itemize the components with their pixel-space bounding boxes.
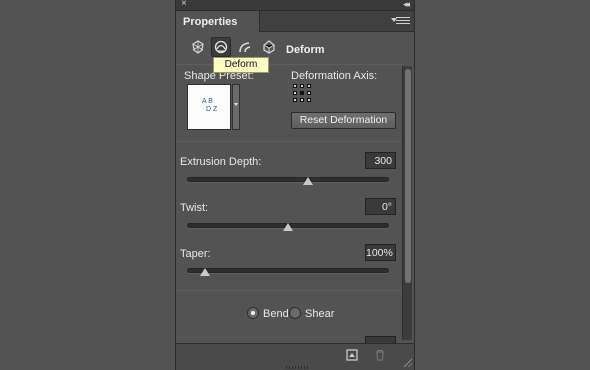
panel-scrollbar[interactable] <box>402 66 412 340</box>
resize-corner-icon[interactable] <box>402 357 412 367</box>
preset-thumb-text: D Z <box>206 106 218 113</box>
coordinates-icon[interactable] <box>259 37 279 57</box>
taper-field[interactable]: 100% <box>365 244 396 261</box>
properties-panel: × ◂◂ Properties Deform Deform Shape Pres… <box>175 0 415 370</box>
reset-deformation-button[interactable]: Reset Deformation <box>291 112 396 129</box>
panel-resize-grip[interactable] <box>286 366 308 369</box>
twist-field[interactable]: 0° <box>365 198 396 215</box>
shear-radio[interactable] <box>289 307 301 319</box>
extrusion-depth-slider-thumb[interactable] <box>303 177 314 185</box>
twist-slider-thumb[interactable] <box>283 223 293 231</box>
double-chevron-icon[interactable]: ◂◂ <box>403 0 410 10</box>
deform-icon[interactable] <box>211 37 231 57</box>
extrusion-depth-field[interactable]: 300 <box>365 152 396 169</box>
panel-menu-icon[interactable] <box>391 15 410 26</box>
deformation-axis-label: Deformation Axis: <box>291 70 378 82</box>
divider <box>176 64 402 65</box>
panel-title-bar: × ◂◂ <box>176 0 414 11</box>
extrusion-depth-label: Extrusion Depth: <box>180 156 262 168</box>
trash-icon[interactable] <box>374 349 386 364</box>
tab-properties[interactable]: Properties <box>176 11 260 32</box>
mode-title: Deform <box>286 44 325 56</box>
panel-tab-row: Properties <box>176 11 414 32</box>
extrusion-depth-slider[interactable] <box>187 177 389 182</box>
tooltip: Deform <box>213 57 269 73</box>
preset-thumb-text: A B <box>202 98 213 105</box>
taper-slider-thumb[interactable] <box>200 268 211 276</box>
shape-preset-dropdown[interactable] <box>232 84 240 130</box>
twist-label: Twist: <box>180 202 209 214</box>
bend-radio[interactable] <box>247 307 259 319</box>
divider <box>176 290 402 291</box>
cap-icon[interactable] <box>235 37 255 57</box>
shape-preset-thumbnail[interactable]: A B D Z <box>187 84 231 130</box>
scrollbar-thumb[interactable] <box>405 69 411 283</box>
render-icon[interactable] <box>346 349 358 364</box>
bend-label: Bend <box>263 308 289 320</box>
divider <box>176 141 402 142</box>
mode-toolbar: Deform <box>176 32 414 62</box>
mesh-icon[interactable] <box>188 37 208 57</box>
taper-label: Taper: <box>180 248 211 260</box>
taper-slider[interactable] <box>187 268 389 273</box>
panel-footer <box>176 343 414 370</box>
shear-label: Shear <box>305 308 335 320</box>
deformation-axis-grid[interactable] <box>293 84 313 104</box>
close-icon[interactable]: × <box>181 0 187 10</box>
